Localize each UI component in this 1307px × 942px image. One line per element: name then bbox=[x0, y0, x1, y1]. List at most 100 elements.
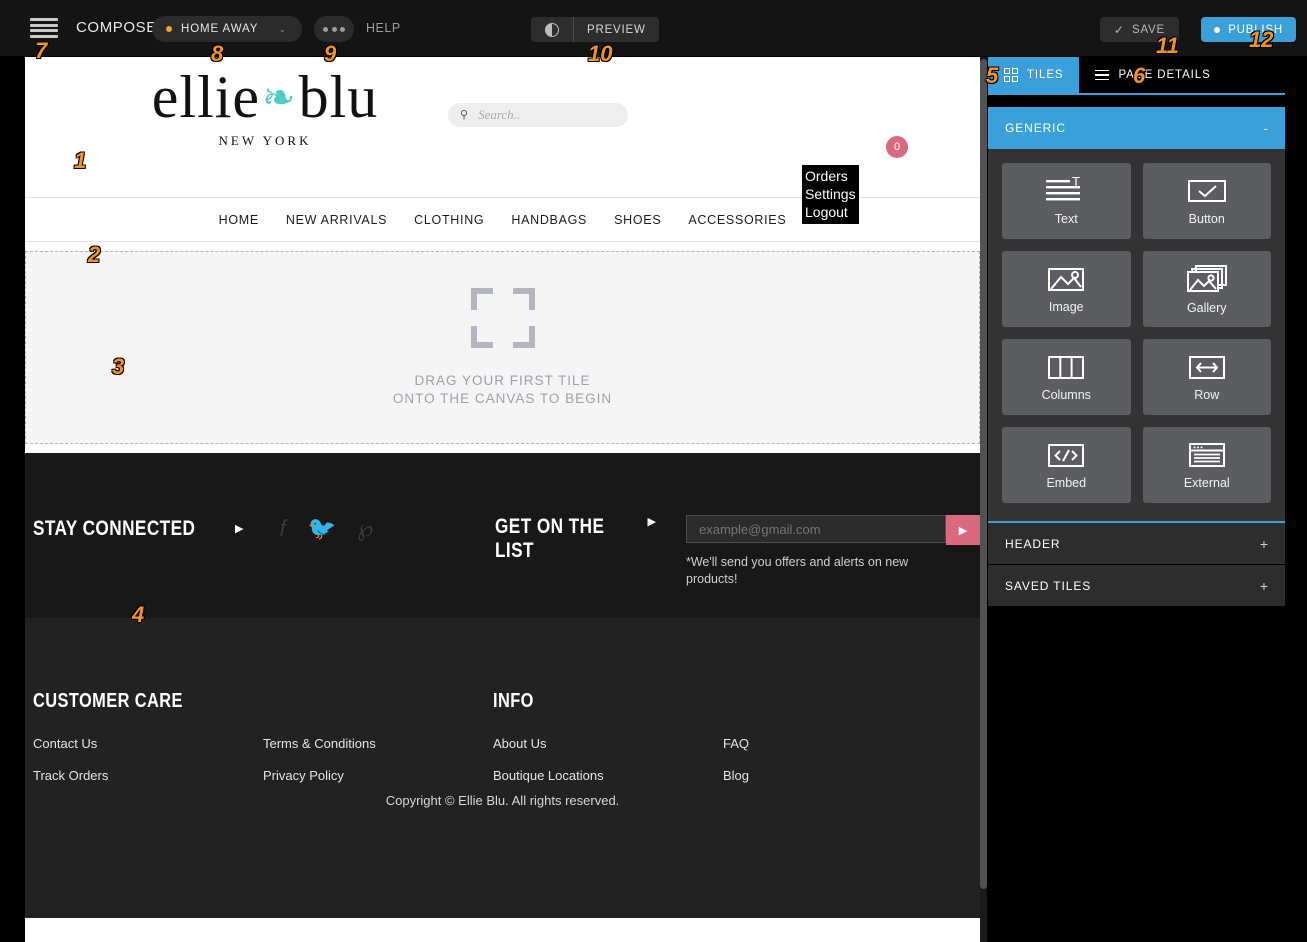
tile-row[interactable]: Row bbox=[1142, 339, 1271, 415]
footer-link-boutique-locations[interactable]: Boutique Locations bbox=[493, 768, 604, 783]
columns-icon bbox=[1048, 355, 1085, 379]
tile-dropzone[interactable]: DRAG YOUR FIRST TILE ONTO THE CANVAS TO … bbox=[25, 251, 980, 444]
hamburger-bar bbox=[30, 29, 58, 33]
accordion-title-header: HEADER bbox=[1005, 536, 1061, 551]
footer-group-info: INFO About Us Boutique Locations FAQ Blo… bbox=[493, 690, 953, 799]
tab-tiles-label: TILES bbox=[1027, 69, 1064, 81]
site-header-region[interactable]: ellie❧blu NEW YORK ⚲ Search.. 0 Orders S… bbox=[25, 57, 980, 224]
ellipsis-dot-icon bbox=[331, 26, 337, 32]
accordion-header-header[interactable]: HEADER + bbox=[988, 523, 1285, 565]
footer-columns: CUSTOMER CARE Contact Us Track Orders Te… bbox=[33, 690, 953, 799]
dropzone-line-1: DRAG YOUR FIRST TILE bbox=[414, 372, 591, 388]
cart-count-badge[interactable]: 0 bbox=[886, 136, 908, 158]
preview-button[interactable]: PREVIEW bbox=[574, 17, 659, 42]
image-icon bbox=[1048, 267, 1085, 291]
account-menu-item-settings[interactable]: Settings bbox=[805, 185, 856, 203]
account-menu-item-logout[interactable]: Logout bbox=[805, 203, 856, 221]
contrast-icon bbox=[545, 22, 559, 37]
link-list: Contact Us Track Orders bbox=[33, 735, 263, 799]
button-check-icon bbox=[1187, 179, 1226, 202]
more-options-button[interactable] bbox=[314, 16, 354, 42]
list-item: Blog bbox=[723, 767, 953, 785]
site-selector-label: HOME AWAY bbox=[181, 23, 259, 35]
publish-button[interactable]: PUBLISH bbox=[1201, 17, 1296, 42]
compose-label: COMPOSE bbox=[76, 19, 157, 36]
grid-icon bbox=[1004, 68, 1018, 82]
hamburger-icon[interactable] bbox=[30, 18, 58, 38]
hamburger-bar bbox=[30, 23, 58, 27]
footer-link-contact-us[interactable]: Contact Us bbox=[33, 736, 97, 751]
nav-item-handbags[interactable]: HANDBAGS bbox=[511, 213, 587, 227]
top-toolbar: COMPOSE HOME AWAY ⌄ HELP PREVIEW ✓ SAVE … bbox=[0, 0, 1307, 57]
twitter-icon[interactable]: 🐦 bbox=[308, 515, 337, 542]
newsletter-submit-button[interactable]: ▶ bbox=[946, 515, 980, 545]
account-menu-item-orders[interactable]: Orders bbox=[805, 167, 856, 185]
list-item: Contact Us bbox=[33, 735, 263, 753]
contrast-toggle-button[interactable] bbox=[531, 17, 574, 42]
help-link[interactable]: HELP bbox=[366, 21, 401, 35]
ellipsis-dot-icon bbox=[340, 26, 345, 32]
collapse-minus-icon: - bbox=[1263, 120, 1268, 136]
tile-label-text: Text bbox=[1054, 211, 1078, 226]
footer-heading-info: INFO bbox=[493, 690, 534, 712]
accordion-header-saved-tiles[interactable]: SAVED TILES + bbox=[988, 565, 1285, 607]
list-item: Boutique Locations bbox=[493, 767, 723, 785]
site-selector-dropdown[interactable]: HOME AWAY ⌄ bbox=[152, 16, 302, 42]
accordion-title-generic: GENERIC bbox=[1005, 121, 1066, 135]
footer-link-about-us[interactable]: About Us bbox=[493, 736, 546, 751]
external-window-icon bbox=[1188, 442, 1225, 467]
facebook-icon[interactable]: 𝑓 bbox=[279, 516, 286, 542]
tile-embed[interactable]: Embed bbox=[1002, 427, 1131, 503]
app-root: COMPOSE HOME AWAY ⌄ HELP PREVIEW ✓ SAVE … bbox=[0, 0, 1307, 942]
accordion-header-generic[interactable]: GENERIC - bbox=[988, 107, 1285, 149]
scrollbar-thumb[interactable] bbox=[980, 59, 987, 889]
site-logo: ellie❧blu NEW YORK bbox=[110, 67, 420, 149]
grid-cell bbox=[1004, 76, 1010, 82]
nav-item-new-arrivals[interactable]: NEW ARRIVALS bbox=[286, 213, 387, 227]
nav-item-home[interactable]: HOME bbox=[219, 213, 259, 227]
footer-links-region[interactable]: CUSTOMER CARE Contact Us Track Orders Te… bbox=[25, 618, 980, 918]
tile-columns[interactable]: Columns bbox=[1002, 339, 1131, 415]
footer-link-privacy[interactable]: Privacy Policy bbox=[263, 768, 344, 783]
copyright-text: Copyright © Ellie Blu. All rights reserv… bbox=[385, 793, 620, 808]
website-canvas[interactable]: ellie❧blu NEW YORK ⚲ Search.. 0 Orders S… bbox=[25, 57, 980, 942]
tile-external[interactable]: External bbox=[1142, 427, 1271, 503]
newsletter-email-input[interactable] bbox=[686, 515, 946, 543]
tile-text[interactable]: T Text bbox=[1002, 163, 1131, 239]
tile-image[interactable]: Image bbox=[1002, 251, 1131, 327]
newsletter-form: ▶ *We'll send you offers and alerts on n… bbox=[686, 515, 980, 588]
logo-subtitle: NEW YORK bbox=[218, 133, 312, 148]
publish-button-label: PUBLISH bbox=[1228, 23, 1283, 36]
nav-item-shoes[interactable]: SHOES bbox=[614, 213, 661, 227]
get-on-the-list-heading: GET ON THE LIST bbox=[495, 515, 605, 562]
stay-connected-heading: STAY CONNECTED bbox=[33, 516, 196, 540]
ellipsis-dot-icon bbox=[323, 26, 328, 32]
footer-links-info: About Us Boutique Locations FAQ Blog bbox=[493, 735, 953, 799]
arrow-right-icon: ▶ bbox=[647, 516, 656, 528]
footer-subscribe-region[interactable]: STAY CONNECTED ▶ 𝑓 🐦 ℘ GET ON THE LIST ▶… bbox=[25, 453, 980, 618]
search-placeholder: Search.. bbox=[478, 107, 521, 122]
social-links: 𝑓 🐦 ℘ bbox=[279, 515, 373, 542]
footer-link-track-orders[interactable]: Track Orders bbox=[33, 768, 108, 783]
nav-item-clothing[interactable]: CLOTHING bbox=[414, 213, 484, 227]
pinterest-icon[interactable]: ℘ bbox=[357, 516, 373, 542]
save-button-label: SAVE bbox=[1131, 23, 1165, 36]
tile-gallery[interactable]: Gallery bbox=[1142, 251, 1271, 327]
status-dot-icon bbox=[166, 26, 172, 32]
footer-link-blog[interactable]: Blog bbox=[723, 768, 749, 783]
nav-item-accessories[interactable]: ACCESSORIES bbox=[688, 213, 786, 227]
footer-link-faq[interactable]: FAQ bbox=[723, 736, 749, 751]
list-line bbox=[1095, 74, 1110, 76]
account-menu[interactable]: Orders Settings Logout bbox=[802, 165, 859, 224]
search-input[interactable]: ⚲ Search.. bbox=[448, 103, 628, 127]
tile-button[interactable]: Button bbox=[1142, 163, 1271, 239]
frame-corner bbox=[512, 325, 535, 348]
tab-tiles[interactable]: TILES bbox=[988, 57, 1080, 93]
tab-page-details[interactable]: PAGE DETAILS bbox=[1079, 57, 1226, 93]
canvas-scrollbar[interactable] bbox=[980, 57, 987, 942]
footer-group-customer-care: CUSTOMER CARE Contact Us Track Orders Te… bbox=[33, 690, 493, 799]
footer-heading-customer-care: CUSTOMER CARE bbox=[33, 690, 183, 712]
save-button[interactable]: ✓ SAVE bbox=[1099, 17, 1179, 42]
frame-corner bbox=[470, 325, 493, 348]
footer-link-terms[interactable]: Terms & Conditions bbox=[263, 736, 376, 751]
